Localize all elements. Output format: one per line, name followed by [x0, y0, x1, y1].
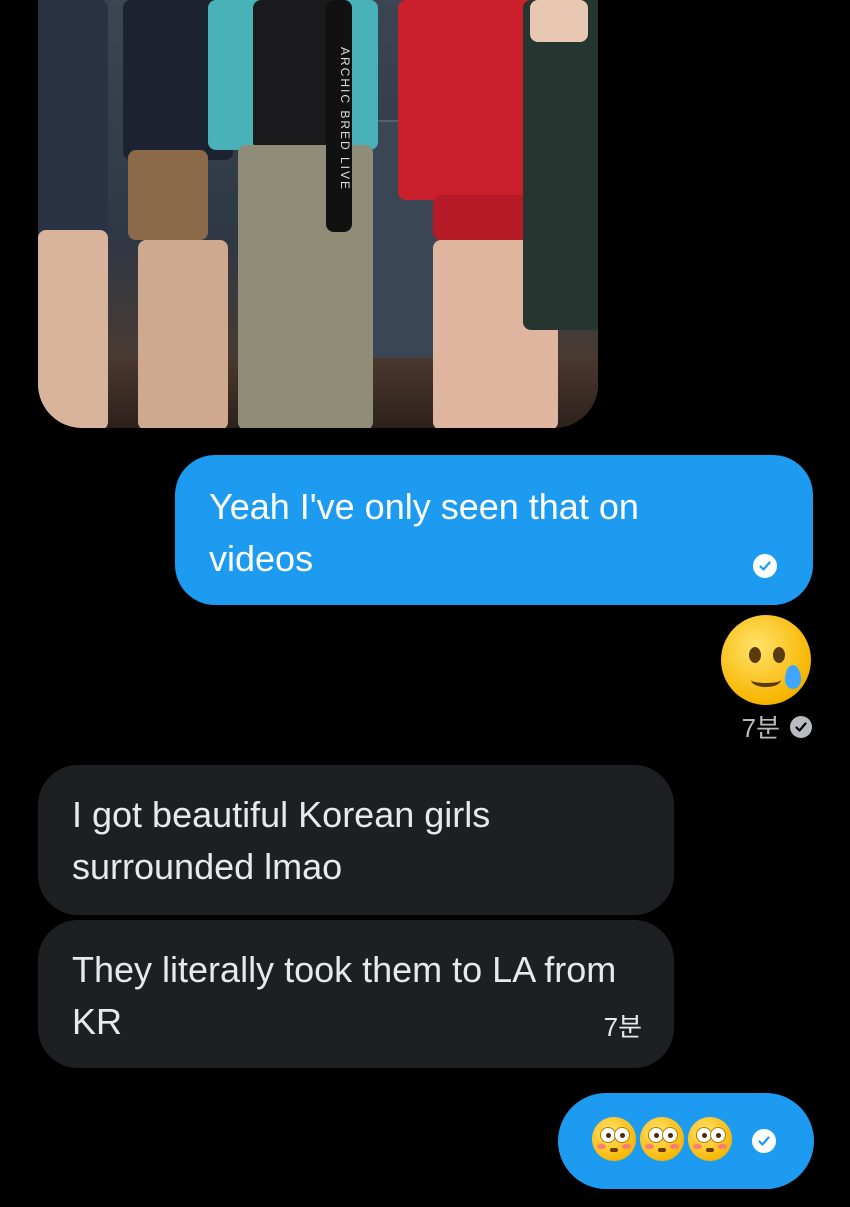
message-text: Yeah I've only seen that on videos	[209, 486, 639, 579]
person-5	[523, 0, 598, 330]
message-text: I got beautiful Korean girls surrounded …	[72, 794, 491, 887]
received-message-bubble[interactable]: They literally took them to LA from KR 7…	[38, 920, 674, 1068]
person-3-pants	[238, 145, 373, 428]
read-check-icon	[790, 715, 812, 738]
face-holding-back-tears-icon[interactable]	[721, 615, 811, 705]
read-check-icon	[752, 1129, 776, 1153]
message-time: 7분	[741, 713, 780, 743]
person-2-bag	[128, 150, 208, 240]
person-5-face	[530, 0, 588, 42]
flushed-face-icon	[592, 1117, 636, 1161]
flushed-face-icon	[688, 1117, 732, 1161]
read-check-icon	[753, 554, 777, 578]
lanyard: ARCHIC BRED LIVE	[326, 0, 352, 232]
flushed-face-emojis	[592, 1117, 732, 1161]
flushed-face-icon	[640, 1117, 684, 1161]
received-message-bubble[interactable]: I got beautiful Korean girls surrounded …	[38, 765, 674, 915]
message-text: They literally took them to LA from KR	[72, 949, 617, 1042]
sent-message-bubble[interactable]: Yeah I've only seen that on videos	[175, 455, 813, 605]
person-1-legs	[38, 230, 108, 428]
sent-emoji-bubble[interactable]	[558, 1093, 814, 1189]
message-time: 7분	[603, 1012, 642, 1042]
photo-message[interactable]: ARCHIC BRED LIVE	[38, 0, 598, 428]
person-1	[38, 0, 108, 240]
person-2-legs	[138, 240, 228, 428]
message-meta: 7분	[742, 708, 812, 745]
